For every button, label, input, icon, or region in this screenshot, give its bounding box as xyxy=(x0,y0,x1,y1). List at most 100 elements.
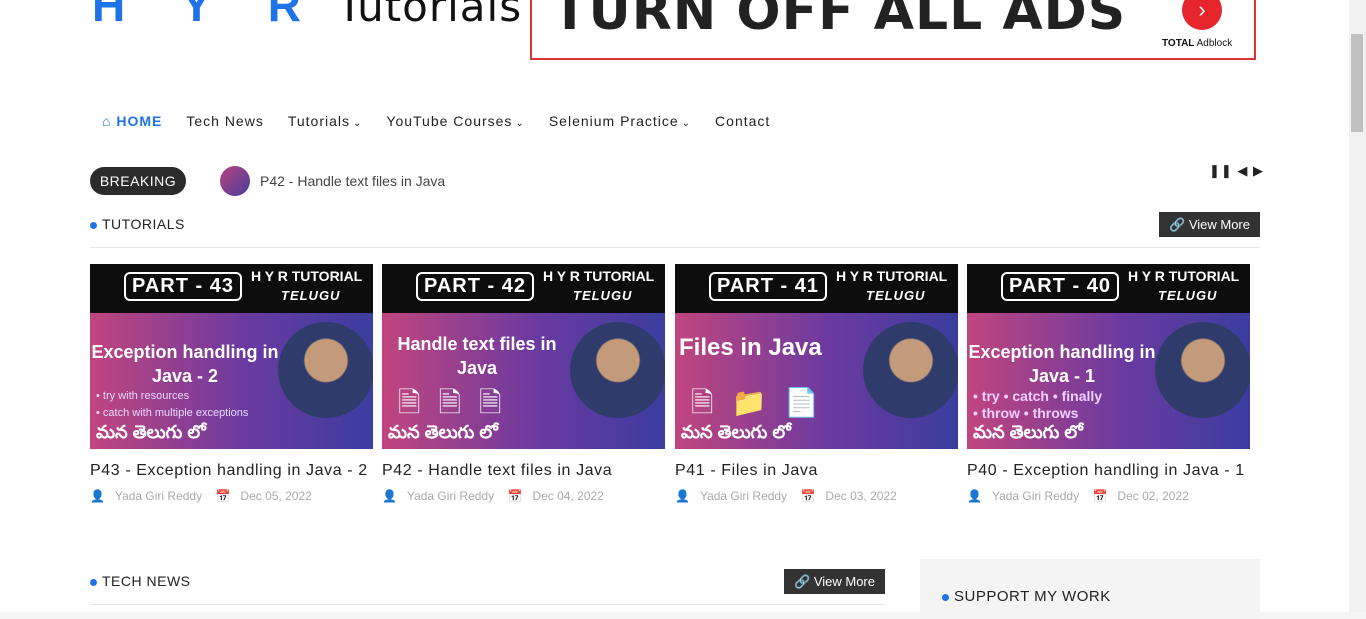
main-content: BREAKING P42 - Handle text files in Java… xyxy=(0,147,1349,619)
author[interactable]: Yada Giri Reddy xyxy=(407,489,494,503)
tutorial-meta: 👤 Yada Giri Reddy 📅 Dec 04, 2022 xyxy=(382,489,665,503)
user-icon: 👤 xyxy=(90,489,105,503)
logo-tutorials: Tutorials xyxy=(336,0,523,31)
thumb-brand-sub: TELUGU xyxy=(573,288,633,303)
thumb-brand: H Y R TUTORIAL xyxy=(1128,268,1240,284)
tutorial-title-link[interactable]: P41 - Files in Java xyxy=(675,459,958,483)
tutorial-meta: 👤 Yada Giri Reddy 📅 Dec 02, 2022 xyxy=(967,489,1250,503)
tutorial-card[interactable]: PART - 42 H Y R TUTORIAL TELUGU Handle t… xyxy=(382,264,665,503)
tutorial-title-link[interactable]: P40 - Exception handling in Java - 1 xyxy=(967,459,1250,483)
thumb-part-label: PART - 41 xyxy=(709,272,827,301)
tutorial-meta: 👤 Yada Giri Reddy 📅 Dec 03, 2022 xyxy=(675,489,958,503)
home-icon: ⌂ xyxy=(102,113,112,129)
page-scrollbar[interactable] xyxy=(1349,0,1366,612)
nav-item-label: YouTube Courses xyxy=(386,113,513,129)
nav-item-home[interactable]: ⌂ HOME xyxy=(102,113,162,129)
section-divider xyxy=(90,604,885,605)
tutorial-card[interactable]: PART - 43 H Y R TUTORIAL TELUGU Exceptio… xyxy=(90,264,373,503)
date: Dec 03, 2022 xyxy=(825,489,897,503)
user-icon: 👤 xyxy=(675,489,690,503)
thumb-heading: Exception handling in Java - 1 xyxy=(968,342,1156,386)
presenter-photo xyxy=(570,322,665,418)
chevron-down-icon: ⌄ xyxy=(681,118,692,129)
link-icon: 🔗 xyxy=(1169,217,1186,232)
ad-text: TURN OFF ALL ADS xyxy=(552,0,1127,42)
ticker-thumbnail[interactable] xyxy=(220,166,250,196)
date: Dec 04, 2022 xyxy=(532,489,604,503)
tutorial-meta: 👤 Yada Giri Reddy 📅 Dec 05, 2022 xyxy=(90,489,373,503)
calendar-icon: 📅 xyxy=(1092,489,1108,503)
date: Dec 05, 2022 xyxy=(240,489,312,503)
chevron-down-icon: ⌄ xyxy=(515,118,525,129)
thumb-brand-sub: TELUGU xyxy=(866,288,926,303)
tutorial-thumbnail[interactable]: PART - 42 H Y R TUTORIAL TELUGU Handle t… xyxy=(382,264,665,449)
thumb-telugu-text: మన తెలుగు లో xyxy=(388,422,498,442)
author[interactable]: Yada Giri Reddy xyxy=(992,489,1079,503)
pause-icon[interactable]: ❚❚ xyxy=(1209,163,1233,178)
nav-item-label: Tutorials xyxy=(287,113,350,129)
section-title-tech-news: TECH NEWS xyxy=(90,573,191,589)
thumb-brand: H Y R TUTORIAL xyxy=(251,268,363,284)
ad-banner[interactable]: TURN OFF ALL ADS › TOTAL Adblock xyxy=(530,0,1256,60)
user-icon: 👤 xyxy=(967,489,982,503)
calendar-icon: 📅 xyxy=(800,489,816,503)
nav-item-tutorials[interactable]: Tutorials ⌄ xyxy=(288,113,363,129)
thumb-heading: Exception handling in Java - 2 xyxy=(91,342,279,386)
thumb-brand-sub: TELUGU xyxy=(1158,288,1218,303)
thumb-part-label: PART - 43 xyxy=(124,272,242,301)
breaking-badge: BREAKING xyxy=(90,167,186,195)
thumb-heading: Files in Java xyxy=(679,334,822,361)
bullet-dot xyxy=(90,578,97,586)
tutorial-thumbnail[interactable]: PART - 40 H Y R TUTORIAL TELUGU Exceptio… xyxy=(967,264,1250,449)
thumb-part-label: PART - 40 xyxy=(1001,272,1119,301)
scrollbar-thumb[interactable] xyxy=(1351,34,1363,132)
presenter-photo xyxy=(278,322,373,418)
main-nav: ⌂ HOME Tech News Tutorials ⌄ YouTube Cour… xyxy=(102,113,794,129)
nav-item-label: Selenium Practice xyxy=(548,113,679,129)
tutorial-title-link[interactable]: P43 - Exception handling in Java - 2 xyxy=(90,459,373,483)
link-icon: 🔗 xyxy=(794,574,811,589)
view-more-tech-news-button[interactable]: 🔗 View More xyxy=(784,569,885,594)
ticker-link[interactable]: P42 - Handle text files in Java xyxy=(260,173,445,189)
chevron-right-icon[interactable]: › xyxy=(1182,0,1222,30)
calendar-icon: 📅 xyxy=(215,489,231,503)
tutorial-card[interactable]: PART - 41 H Y R TUTORIAL TELUGU Files in… xyxy=(675,264,958,503)
thumb-brand: H Y R TUTORIAL xyxy=(543,268,655,284)
date: Dec 02, 2022 xyxy=(1117,489,1189,503)
site-logo[interactable]: H Y R Tutorials xyxy=(92,0,522,32)
thumb-part-label: PART - 42 xyxy=(416,272,534,301)
user-icon: 👤 xyxy=(382,489,397,503)
bullet-dot xyxy=(942,593,949,601)
section-title-tutorials: TUTORIALS xyxy=(90,216,185,232)
nav-item-selenium-practice[interactable]: Selenium Practice ⌄ xyxy=(549,113,691,129)
thumb-telugu-text: మన తెలుగు లో xyxy=(681,422,791,442)
bullet-dot xyxy=(90,221,97,229)
ticker-controls: ❚❚ ◀ ▶ xyxy=(1209,163,1264,179)
author[interactable]: Yada Giri Reddy xyxy=(115,489,202,503)
nav-item-label: Contact xyxy=(715,113,771,129)
tutorial-title-link[interactable]: P42 - Handle text files in Java xyxy=(382,459,665,483)
thumb-bullets: • try with resources • catch with multip… xyxy=(96,390,249,419)
section-divider xyxy=(90,247,1260,248)
author[interactable]: Yada Giri Reddy xyxy=(700,489,787,503)
nav-item-contact[interactable]: Contact xyxy=(715,113,770,129)
thumb-brand-sub: TELUGU xyxy=(281,288,341,303)
tutorial-card[interactable]: PART - 40 H Y R TUTORIAL TELUGU Exceptio… xyxy=(967,264,1250,503)
support-title: SUPPORT MY WORK xyxy=(942,588,1111,605)
previous-icon[interactable]: ◀ xyxy=(1237,163,1248,178)
tutorial-thumbnail[interactable]: PART - 41 H Y R TUTORIAL TELUGU Files in… xyxy=(675,264,958,449)
thumb-brand: H Y R TUTORIAL xyxy=(836,268,948,284)
tutorial-thumbnail[interactable]: PART - 43 H Y R TUTORIAL TELUGU Exceptio… xyxy=(90,264,373,449)
nav-item-youtube-courses[interactable]: YouTube Courses ⌄ xyxy=(386,113,524,129)
presenter-photo xyxy=(863,322,958,418)
view-more-tutorials-button[interactable]: 🔗 View More xyxy=(1159,212,1260,237)
calendar-icon: 📅 xyxy=(507,489,523,503)
thumb-bullets: • try • catch • finally • throw • throws xyxy=(973,388,1103,421)
logo-hyr: H Y R xyxy=(92,0,324,31)
site-header: H Y R Tutorials TURN OFF ALL ADS › TOTAL… xyxy=(0,0,1349,147)
next-icon[interactable]: ▶ xyxy=(1253,163,1264,178)
support-widget: SUPPORT MY WORK xyxy=(920,559,1260,619)
presenter-photo xyxy=(1155,322,1250,418)
nav-item-tech-news[interactable]: Tech News xyxy=(186,113,263,129)
nav-item-label: HOME xyxy=(116,113,163,129)
